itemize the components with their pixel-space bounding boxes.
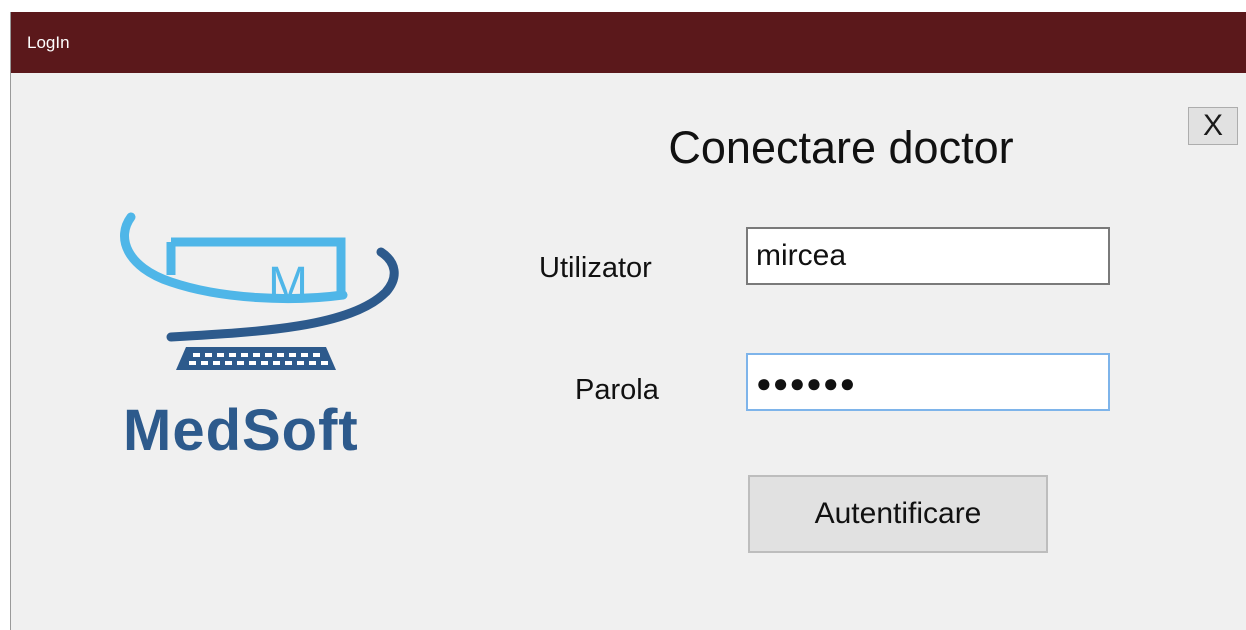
login-window: LogIn X M MedSoft Conectare doctor Utili…	[10, 12, 1246, 630]
close-button[interactable]: X	[1188, 107, 1238, 145]
username-label: Utilizator	[539, 252, 652, 284]
login-button[interactable]: Autentificare	[748, 475, 1048, 553]
password-field[interactable]: ●●●●●●	[746, 353, 1110, 411]
logo-name: MedSoft	[123, 398, 359, 463]
password-label: Parola	[575, 374, 659, 406]
username-value: mircea	[756, 239, 847, 272]
password-value: ●●●●●●	[756, 368, 857, 398]
window-title: LogIn	[27, 33, 70, 52]
username-field[interactable]: mircea	[746, 227, 1110, 285]
medsoft-logo-icon: M	[111, 207, 411, 392]
page-title: Conectare doctor	[668, 122, 1014, 173]
logo-letter: M	[268, 258, 308, 311]
title-bar[interactable]: LogIn	[11, 12, 1246, 73]
